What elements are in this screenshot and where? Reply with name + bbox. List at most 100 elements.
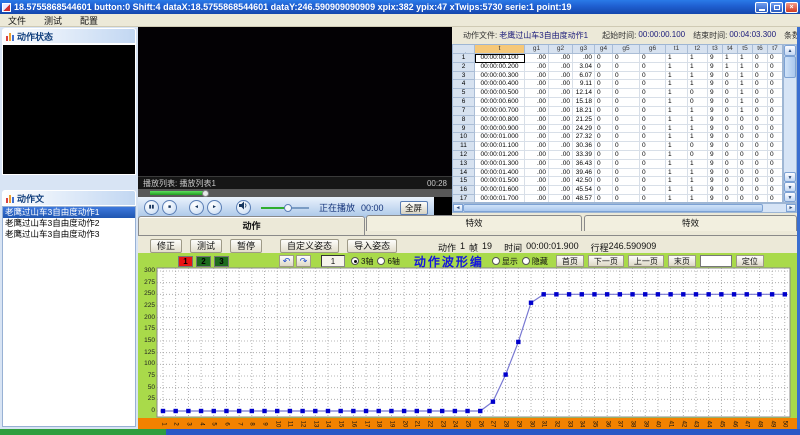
table-cell[interactable]: 0	[723, 80, 738, 89]
column-header-t4[interactable]: t4	[723, 45, 738, 54]
table-cell[interactable]: 00:00:01.500	[475, 177, 525, 186]
action-button-3[interactable]: 自定义姿态	[280, 239, 339, 253]
table-cell[interactable]: 0	[595, 195, 613, 203]
table-cell[interactable]: 0	[613, 54, 640, 63]
table-cell[interactable]: 9	[708, 54, 723, 63]
table-cell[interactable]: 0	[613, 72, 640, 81]
table-cell[interactable]: 0	[753, 169, 768, 178]
table-cell[interactable]: 12	[453, 151, 475, 160]
table-cell[interactable]: .00	[549, 72, 573, 81]
table-cell[interactable]: 0	[640, 72, 666, 81]
table-cell[interactable]: 7	[453, 107, 475, 116]
table-cell[interactable]: 0	[640, 125, 666, 134]
table-cell[interactable]: 0	[753, 160, 768, 169]
table-cell[interactable]: .00	[549, 98, 573, 107]
previous-button[interactable]: ◄	[189, 200, 204, 215]
pause-button[interactable]: ▮▮	[144, 200, 159, 215]
table-cell[interactable]: .00	[525, 116, 549, 125]
table-cell[interactable]: 00:00:01.400	[475, 169, 525, 178]
table-cell[interactable]: 1	[723, 54, 738, 63]
table-cell[interactable]: .00	[525, 195, 549, 203]
close-button[interactable]: ×	[785, 2, 798, 13]
table-cell[interactable]: 0	[768, 80, 783, 89]
table-cell[interactable]: 0	[688, 98, 708, 107]
table-cell[interactable]: 0	[640, 151, 666, 160]
waveform-chart[interactable]	[138, 266, 797, 418]
fullscreen-button[interactable]: 全屏	[400, 201, 428, 215]
table-cell[interactable]: 0	[595, 89, 613, 98]
table-cell[interactable]: 0	[595, 63, 613, 72]
table-cell[interactable]: 00:00:01.600	[475, 186, 525, 195]
table-cell[interactable]: 1	[666, 151, 688, 160]
table-cell[interactable]: 0	[738, 169, 753, 178]
table-cell[interactable]: 0	[738, 186, 753, 195]
table-cell[interactable]: 00:00:01.200	[475, 151, 525, 160]
table-cell[interactable]: 3	[453, 72, 475, 81]
table-cell[interactable]: 1	[666, 98, 688, 107]
table-cell[interactable]: 0	[595, 98, 613, 107]
table-cell[interactable]: 48.57	[573, 195, 595, 203]
table-cell[interactable]: .00	[549, 142, 573, 151]
table-cell[interactable]: 0	[640, 54, 666, 63]
table-cell[interactable]: 1	[666, 142, 688, 151]
table-cell[interactable]: .00	[549, 151, 573, 160]
table-cell[interactable]: 9	[708, 160, 723, 169]
table-cell[interactable]: 1	[688, 186, 708, 195]
table-cell[interactable]: 9	[708, 125, 723, 134]
scroll-down-button[interactable]: ▼	[784, 182, 796, 192]
scroll-down-button[interactable]: ▼	[784, 172, 796, 182]
table-cell[interactable]: .00	[549, 169, 573, 178]
column-header-g3[interactable]: g3	[573, 45, 595, 54]
table-cell[interactable]: .00	[525, 63, 549, 72]
table-cell[interactable]: .00	[525, 169, 549, 178]
table-cell[interactable]: 0	[723, 177, 738, 186]
table-cell[interactable]: 14	[453, 169, 475, 178]
table-cell[interactable]: 0	[723, 160, 738, 169]
table-cell[interactable]: 0	[640, 133, 666, 142]
table-cell[interactable]: 1	[688, 169, 708, 178]
table-cell[interactable]: 1	[688, 177, 708, 186]
table-cell[interactable]: 0	[613, 133, 640, 142]
table-cell[interactable]: 9	[708, 107, 723, 116]
seek-handle[interactable]	[202, 190, 209, 197]
table-cell[interactable]: .00	[549, 54, 573, 63]
table-cell[interactable]: 9	[708, 72, 723, 81]
table-cell[interactable]: 0	[768, 54, 783, 63]
table-cell[interactable]: 0	[688, 151, 708, 160]
table-cell[interactable]: 6	[453, 98, 475, 107]
table-cell[interactable]: 0	[723, 125, 738, 134]
file-list-item-1[interactable]: 老鹰过山车3自由度动作2	[3, 218, 135, 229]
table-cell[interactable]: 0	[768, 63, 783, 72]
table-cell[interactable]: 15.18	[573, 98, 595, 107]
table-cell[interactable]: 0	[723, 169, 738, 178]
action-button-0[interactable]: 修正	[150, 239, 182, 253]
table-cell[interactable]: 11	[453, 142, 475, 151]
table-cell[interactable]: .00	[525, 151, 549, 160]
table-cell[interactable]: 1	[688, 107, 708, 116]
table-cell[interactable]: .00	[549, 133, 573, 142]
table-cell[interactable]: 0	[640, 98, 666, 107]
file-list-item-0[interactable]: 老鹰过山车3自由度动作1	[3, 207, 135, 218]
table-cell[interactable]: 0	[738, 195, 753, 203]
table-cell[interactable]: 1	[688, 80, 708, 89]
column-header-t7[interactable]: t7	[768, 45, 783, 54]
table-cell[interactable]: 0	[753, 195, 768, 203]
table-cell[interactable]: 0	[768, 169, 783, 178]
table-cell[interactable]: 13	[453, 160, 475, 169]
column-header-g1[interactable]: g1	[525, 45, 549, 54]
table-cell[interactable]: 9	[708, 133, 723, 142]
table-cell[interactable]: 0	[688, 142, 708, 151]
table-cell[interactable]: 0	[753, 89, 768, 98]
table-cell[interactable]: 0	[595, 54, 613, 63]
table-cell[interactable]: 1	[666, 107, 688, 116]
table-cell[interactable]: 2	[453, 63, 475, 72]
table-cell[interactable]: 6.07	[573, 72, 595, 81]
table-cell[interactable]: .00	[549, 80, 573, 89]
table-cell[interactable]: 00:00:01.300	[475, 160, 525, 169]
column-header-t[interactable]: t	[475, 45, 525, 54]
table-cell[interactable]: 1	[666, 125, 688, 134]
table-cell[interactable]: 45.54	[573, 186, 595, 195]
table-cell[interactable]: 1	[688, 160, 708, 169]
table-cell[interactable]: 10	[453, 133, 475, 142]
table-cell[interactable]: 0	[753, 80, 768, 89]
